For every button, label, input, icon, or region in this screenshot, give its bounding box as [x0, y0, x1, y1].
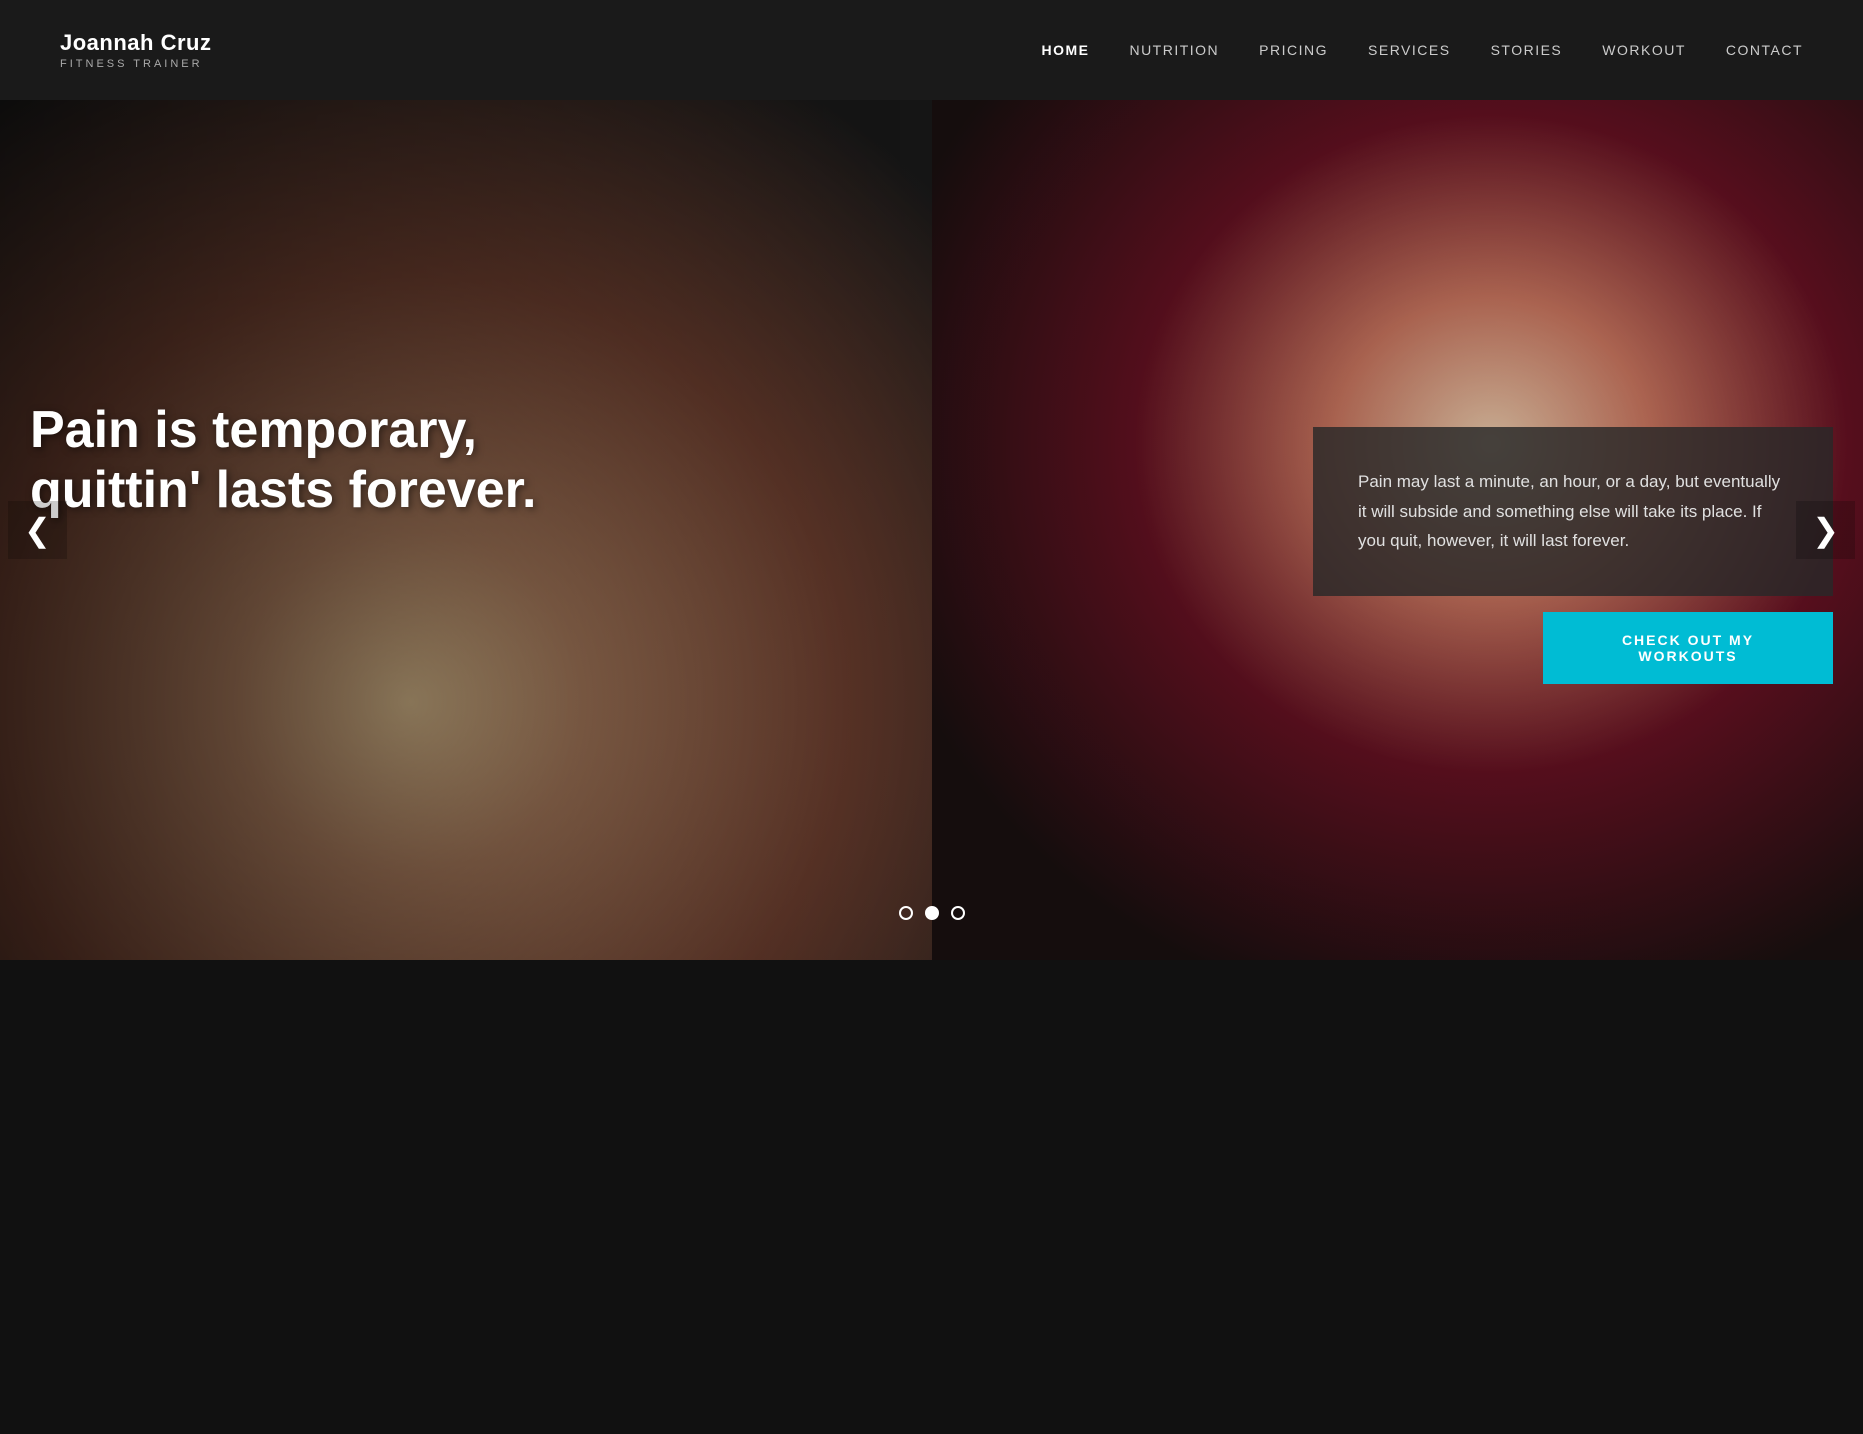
hero-section: Pain is temporary, quittin' lasts foreve… — [0, 100, 1863, 960]
nav-item-stories[interactable]: STORIES — [1491, 42, 1563, 58]
carousel-dots — [899, 906, 965, 920]
carousel-dot-0[interactable] — [899, 906, 913, 920]
hero-text-box: Pain may last a minute, an hour, or a da… — [1313, 427, 1833, 596]
carousel-next-arrow[interactable]: ❯ — [1796, 501, 1855, 559]
hero-description: Pain may last a minute, an hour, or a da… — [1358, 467, 1788, 556]
hero-quote: Pain is temporary, quittin' lasts foreve… — [30, 401, 610, 521]
cta-button[interactable]: CHECK OUT MY WORKOUTS — [1543, 612, 1833, 684]
nav-item-nutrition[interactable]: NUTRITION — [1129, 42, 1219, 58]
logo-subtitle: FITNESS TRAINER — [60, 58, 211, 70]
logo-name: Joannah Cruz — [60, 30, 211, 56]
nav-item-home[interactable]: HOME — [1041, 42, 1089, 58]
carousel-dot-2[interactable] — [951, 906, 965, 920]
site-header: Joannah Cruz FITNESS TRAINER HOME NUTRITI… — [0, 0, 1863, 100]
carousel-dot-1[interactable] — [925, 906, 939, 920]
nav-item-pricing[interactable]: PRICING — [1259, 42, 1328, 58]
carousel-prev-arrow[interactable]: ❮ — [8, 501, 67, 559]
nav-item-services[interactable]: SERVICES — [1368, 42, 1451, 58]
nav-item-contact[interactable]: CONTACT — [1726, 42, 1803, 58]
logo: Joannah Cruz FITNESS TRAINER — [60, 30, 211, 70]
main-nav: HOME NUTRITION PRICING SERVICES STORIES WORKO… — [1041, 42, 1803, 58]
hero-content: Pain is temporary, quittin' lasts foreve… — [0, 100, 1863, 960]
nav-item-workout[interactable]: WORKOUT — [1602, 42, 1686, 58]
